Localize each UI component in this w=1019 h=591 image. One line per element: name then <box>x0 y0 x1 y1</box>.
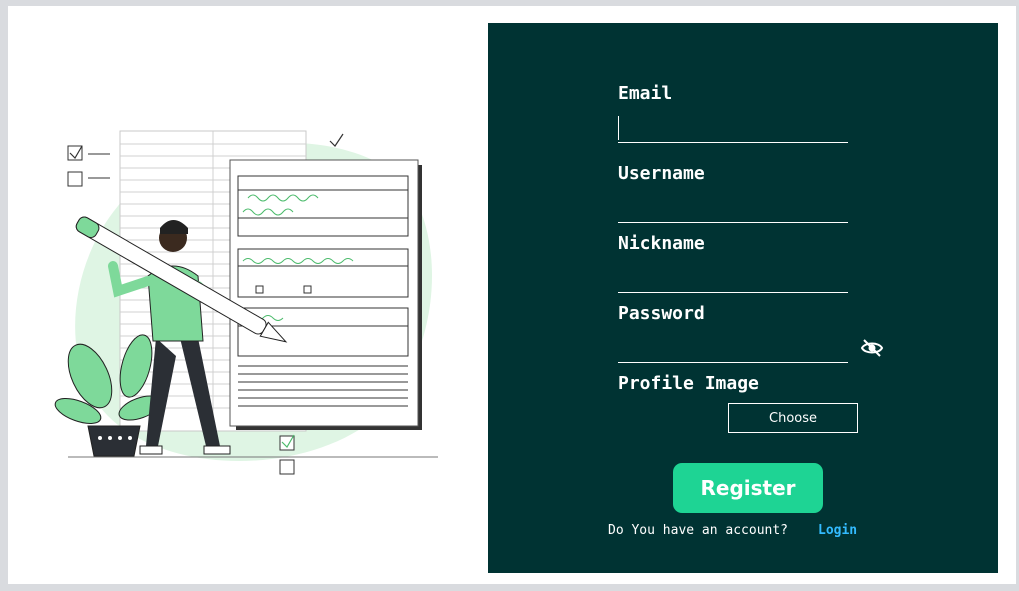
choose-file-button[interactable]: Choose <box>728 403 858 433</box>
profile-image-label: Profile Image <box>618 373 759 394</box>
register-button[interactable]: Register <box>673 463 823 513</box>
text-caret <box>618 116 619 140</box>
password-label: Password <box>618 303 705 324</box>
account-prompt: Do You have an account? <box>608 523 789 538</box>
nickname-input[interactable] <box>618 267 848 293</box>
form-filling-illustration <box>54 130 438 475</box>
login-link[interactable]: Login <box>818 523 857 538</box>
password-input[interactable] <box>618 337 848 363</box>
register-panel: Email Username Nickname Password Profile… <box>488 23 998 573</box>
email-label: Email <box>618 83 673 104</box>
username-input[interactable] <box>618 197 848 223</box>
username-label: Username <box>618 163 705 184</box>
nickname-label: Nickname <box>618 233 705 254</box>
page-card: Email Username Nickname Password Profile… <box>8 6 1016 584</box>
eye-slash-icon[interactable] <box>860 336 884 360</box>
email-input[interactable] <box>618 117 848 143</box>
